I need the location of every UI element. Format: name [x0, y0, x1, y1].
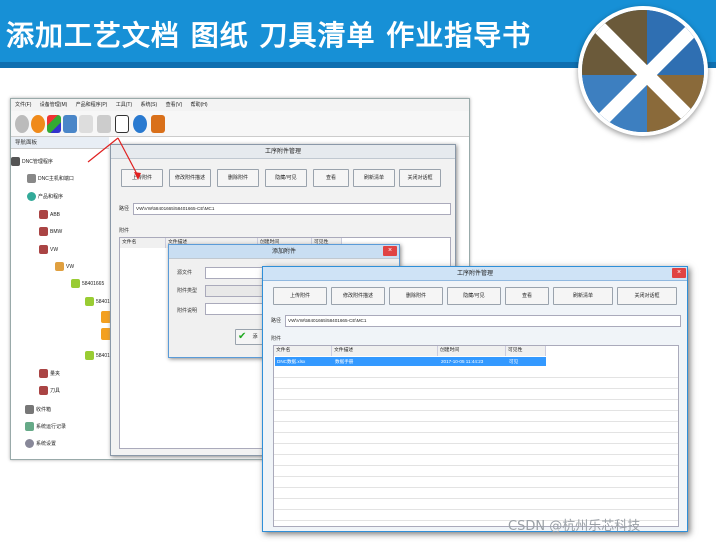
product-icon: [27, 192, 36, 201]
folder-icon: [55, 262, 64, 271]
power-icon[interactable]: [31, 115, 45, 133]
attachment-table: 文件名 文件描述 创建时间 可见性 DNC数据.xlsx 数据手册 2017-1…: [273, 345, 679, 527]
tree-item[interactable]: DNC管理程序: [11, 157, 53, 166]
cell-description: 数据手册: [335, 359, 354, 364]
page-icon[interactable]: [79, 115, 93, 133]
cylinder-icon[interactable]: [97, 115, 111, 133]
dialog-title: 添加附件: [169, 245, 399, 259]
tree-item[interactable]: 系统设置: [25, 439, 56, 448]
settings-icon: [25, 439, 34, 448]
dialog-title: 工序附件管理: [263, 267, 687, 281]
tree-item[interactable]: 58401665: [71, 279, 104, 288]
info-icon[interactable]: [133, 115, 147, 133]
path-value: VW\VW\58401665\58401665-CE\MC1: [285, 315, 681, 327]
close-dialog-button[interactable]: 关闭对话框: [399, 169, 441, 187]
watermark: CSDN @杭州乐芯科技: [508, 519, 641, 534]
tree-item[interactable]: 584016: [85, 351, 113, 360]
view-button[interactable]: 查看: [505, 287, 549, 305]
ok-button[interactable]: ✔ 添: [235, 329, 265, 345]
delete-button[interactable]: 删除附件: [389, 287, 443, 305]
menu-view[interactable]: 查看(V): [166, 102, 183, 108]
col-filename: 文件名: [274, 346, 332, 356]
source-file-label: 源文件: [177, 270, 193, 276]
close-icon[interactable]: ×: [672, 268, 686, 278]
tree-item[interactable]: ABB: [39, 210, 60, 219]
tree-item[interactable]: 系统运行记录: [25, 422, 66, 431]
hide-show-button[interactable]: 隐藏/可见: [447, 287, 501, 305]
path-label: 路径: [271, 318, 282, 324]
factory-icon: [39, 227, 48, 236]
delete-button[interactable]: 删除附件: [217, 169, 259, 187]
view-button[interactable]: 查看: [313, 169, 349, 187]
menu-product[interactable]: 产品和程序(P): [76, 102, 108, 108]
toolbar: [11, 111, 469, 137]
attachments-label: 附件: [271, 336, 282, 342]
upload-button[interactable]: 上传附件: [273, 287, 327, 305]
cell-created: 2017-10-05 11:44:23: [441, 359, 484, 364]
dialog-title: 工序附件管理: [111, 145, 455, 159]
menu-bar: 文件(F) 设备管理(M) 产品和程序(P) 工具(T) 系统(S) 查看(V)…: [11, 99, 469, 111]
refresh-button[interactable]: 刷新清单: [553, 287, 613, 305]
paperclip-icon[interactable]: [115, 115, 129, 133]
col-filename: 文件名: [120, 238, 166, 248]
connect-icon[interactable]: [15, 115, 29, 133]
attachment-type-label: 附件类型: [177, 288, 198, 294]
part-icon: [85, 351, 94, 360]
tree-item[interactable]: 刀具: [39, 386, 60, 395]
table-row[interactable]: DNC数据.xlsx 数据手册 2017-10-05 11:44:23 可见: [275, 357, 546, 366]
tree-item[interactable]: VW: [55, 262, 74, 271]
col-description: 文件描述: [332, 346, 438, 356]
factory-icon: [39, 245, 48, 254]
factory-icon: [39, 210, 48, 219]
part-icon: [85, 297, 94, 306]
close-icon[interactable]: ×: [383, 246, 397, 256]
menu-system[interactable]: 系统(S): [141, 102, 158, 108]
path-value: VW\VW\58401665\58401665-CE\MC1: [133, 203, 451, 215]
checkmark-icon: ✔: [238, 331, 247, 342]
menu-file[interactable]: 文件(F): [15, 102, 31, 108]
tree-item[interactable]: DNC主机和端口: [27, 174, 74, 183]
computer-icon: [11, 157, 20, 166]
attachments-label: 附件: [119, 228, 130, 234]
tree-item[interactable]: BMW: [39, 227, 62, 236]
chart-icon[interactable]: [47, 115, 61, 133]
nav-panel-header: 导航面板: [11, 137, 109, 149]
attachment-dialog-front: 工序附件管理 × 上传附件 修改附件描述 删除附件 隐藏/可见 查看 刷新清单 …: [262, 266, 688, 532]
tree-item[interactable]: 产品和程序: [27, 192, 63, 201]
edit-desc-button[interactable]: 修改附件描述: [169, 169, 211, 187]
tree-item[interactable]: 收件箱: [25, 405, 51, 414]
hide-show-button[interactable]: 隐藏/可见: [265, 169, 307, 187]
menu-tools[interactable]: 工具(T): [116, 102, 132, 108]
attachment-desc-label: 附件说明: [177, 308, 198, 314]
part-icon: [71, 279, 80, 288]
exit-icon[interactable]: [151, 115, 165, 133]
cell-visibility: 可见: [509, 359, 519, 364]
tree-item[interactable]: VW: [39, 245, 58, 254]
cell-filename: DNC数据.xlsx: [277, 359, 306, 364]
upload-button[interactable]: 上传附件: [121, 169, 163, 187]
close-dialog-button[interactable]: 关闭对话框: [617, 287, 677, 305]
decorative-logo: [578, 6, 708, 136]
edit-desc-button[interactable]: 修改附件描述: [331, 287, 385, 305]
tree-item[interactable]: 量夹: [39, 369, 60, 378]
host-icon: [27, 174, 36, 183]
menu-device[interactable]: 设备管理(M): [40, 102, 68, 108]
inbox-icon: [25, 405, 34, 414]
document-icon[interactable]: [63, 115, 77, 133]
col-visibility: 可见性: [506, 346, 546, 356]
path-label: 路径: [119, 206, 130, 212]
col-created: 创建时间: [438, 346, 506, 356]
menu-help[interactable]: 帮助(H): [191, 102, 208, 108]
tree-item[interactable]: 584016: [85, 297, 113, 306]
log-icon: [25, 422, 34, 431]
refresh-button[interactable]: 刷新清单: [353, 169, 395, 187]
tool-icon: [39, 386, 48, 395]
banner-title: 添加工艺文档 图纸 刀具清单 作业指导书: [6, 19, 532, 52]
gauge-icon: [39, 369, 48, 378]
